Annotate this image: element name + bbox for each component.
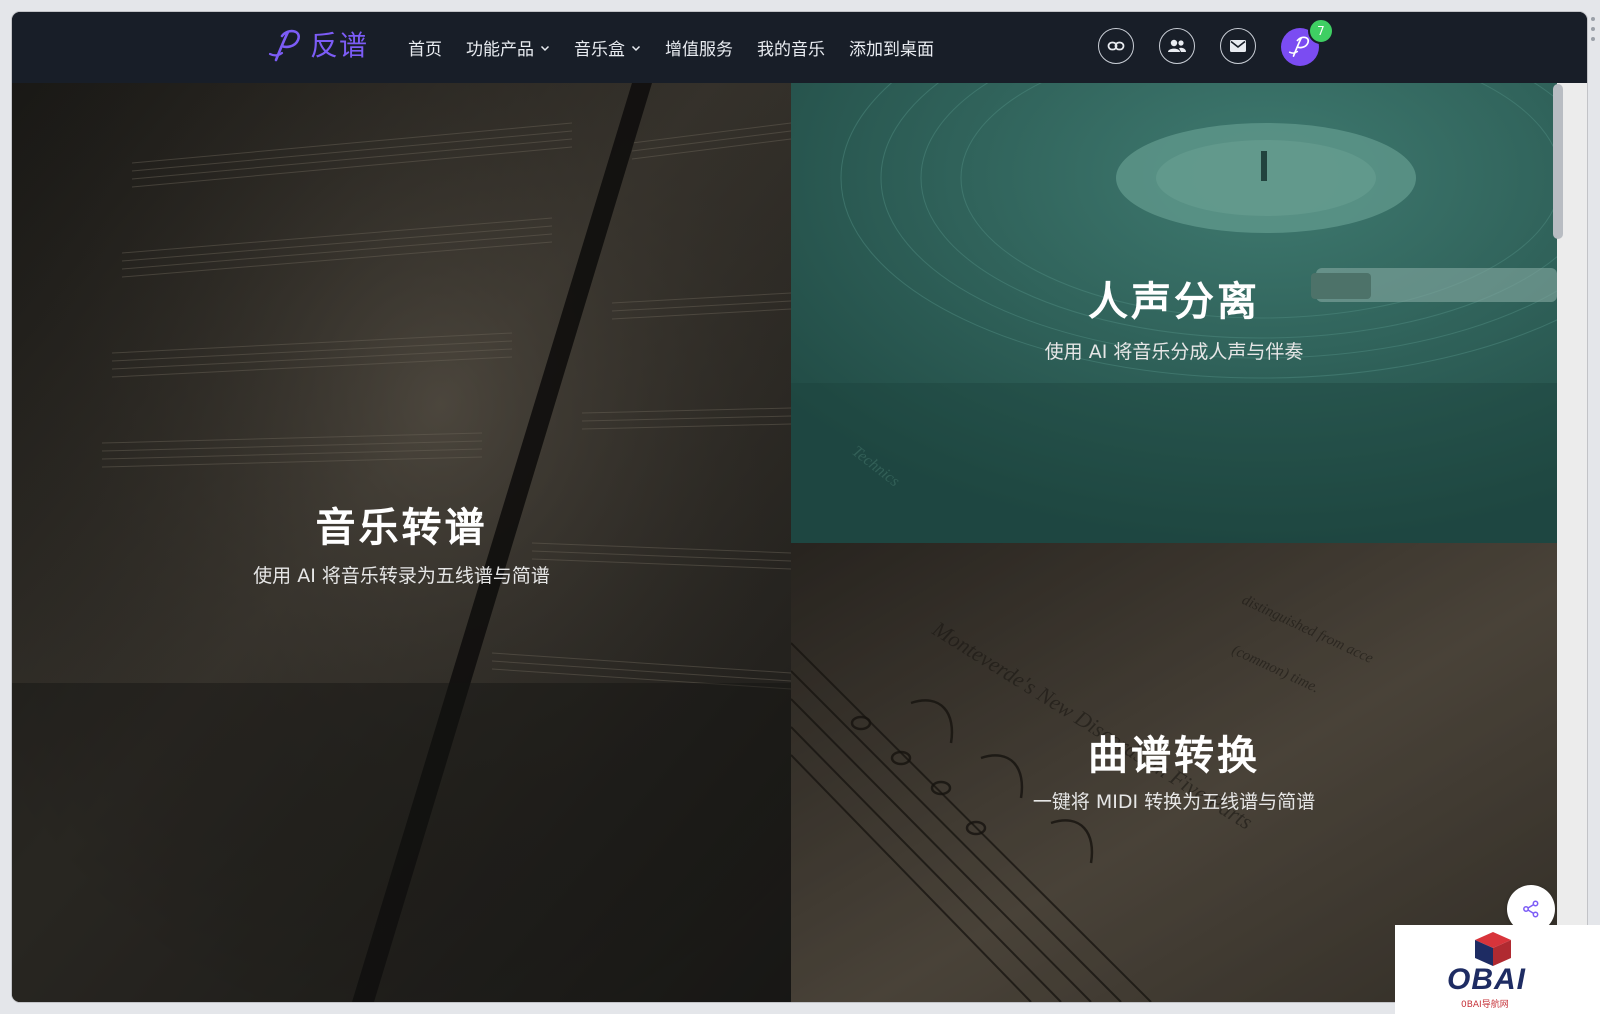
main-nav: 首页 功能产品 音乐盒 增值服务 我的音乐 添加到桌面 [408,12,958,83]
chevron-down-icon [540,45,550,51]
feature-subtitle: 一键将 MIDI 转换为五线谱与简谱 [1032,791,1316,813]
feature-subtitle: 使用 AI 将音乐分成人声与伴奏 [1044,341,1304,363]
mail-icon [1230,40,1246,52]
link-icon [1107,41,1125,51]
brand-logo[interactable]: 反谱 [266,26,368,66]
nav-item-home[interactable]: 首页 [408,35,442,60]
watermark-subtext: 0BAI导航网 [1461,1000,1509,1010]
site-watermark: OBAI 0BAI导航网 [1395,925,1600,1014]
nav-item-premium[interactable]: 增值服务 [665,35,733,60]
feature-title: 曲谱转换 [1088,733,1260,779]
page-scrollbar-thumb[interactable] [1553,84,1563,239]
users-icon [1168,39,1186,52]
window-edge-handle-icon [1591,17,1595,41]
logo-p-icon [268,29,300,62]
nav-label: 功能产品 [466,40,534,60]
feature-title: 音乐转谱 [315,505,488,551]
nav-label: 音乐盒 [574,40,625,60]
nav-label: 增值服务 [665,40,733,60]
link-button[interactable] [1098,28,1134,64]
brand-name: 反谱 [310,29,369,62]
nav-label: 添加到桌面 [849,40,934,60]
feature-subtitle: 使用 AI 将音乐转录为五线谱与简谱 [253,565,550,587]
notification-badge[interactable]: 7 [1308,18,1334,44]
share-icon [1523,900,1539,918]
watermark-text: OBAI [1447,963,1526,996]
nav-item-products[interactable]: 功能产品 [466,35,550,60]
nav-label: 首页 [408,40,442,60]
nav-item-my-music[interactable]: 我的音乐 [757,35,825,60]
chevron-down-icon [631,45,641,51]
community-button[interactable] [1159,28,1195,64]
feature-card-transcription[interactable]: 音乐转谱 使用 AI 将音乐转录为五线谱与简谱 [12,83,791,1002]
top-nav-bar: 反谱 首页 功能产品 音乐盒 增值服务 我的音乐 添加到桌面 7 [12,12,1587,83]
nav-label: 我的音乐 [757,40,825,60]
messages-button[interactable] [1220,28,1256,64]
nav-item-musicbox[interactable]: 音乐盒 [574,35,641,60]
browser-window: 反谱 首页 功能产品 音乐盒 增值服务 我的音乐 添加到桌面 7 音乐转谱 使用… [12,12,1587,1002]
feature-title: 人声分离 [1088,279,1260,325]
feature-card-vocal-separation[interactable]: Technics 人声分离 使用 AI 将音乐分成人声与伴奏 [791,83,1557,543]
nav-item-add-desktop[interactable]: 添加到桌面 [849,35,934,60]
